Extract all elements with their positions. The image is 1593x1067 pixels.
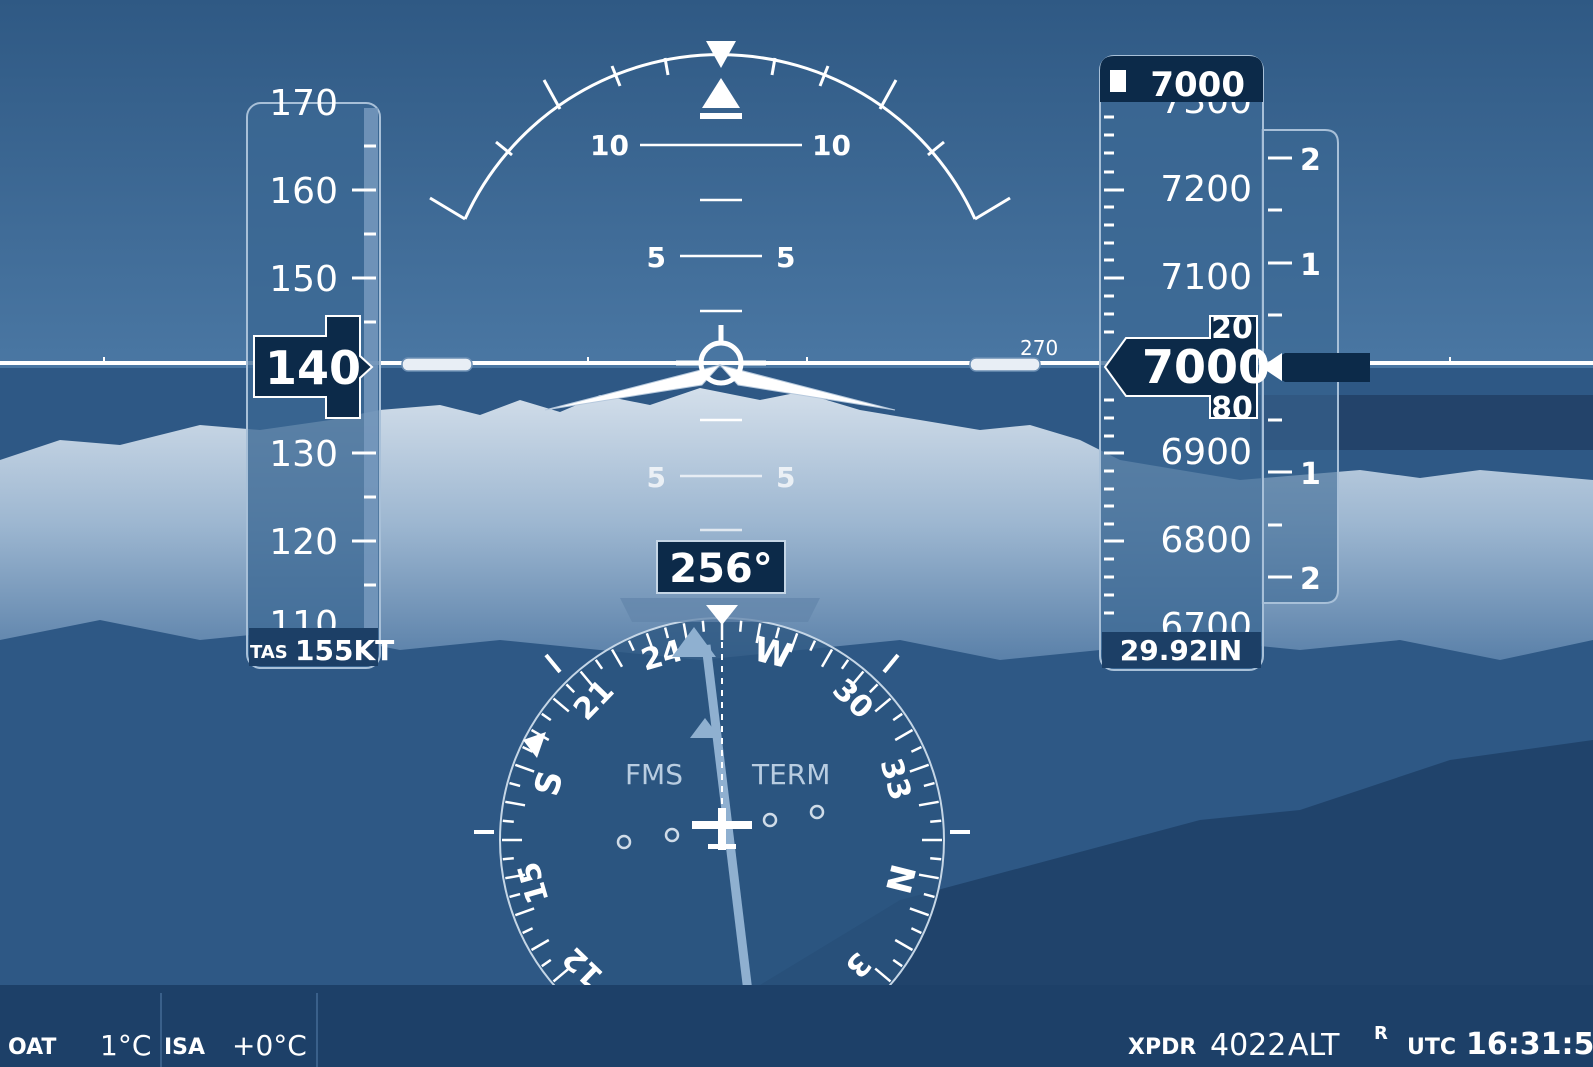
reply-flag: R	[1374, 1023, 1388, 1044]
rose-tick	[930, 856, 942, 861]
pitch-label-10-right: 10	[812, 129, 851, 162]
airspeed-tick-120: 120	[269, 522, 338, 563]
xpdr-mode: ALT	[1288, 1028, 1340, 1063]
wing-bar-left	[401, 357, 473, 372]
pitch-label-neg5-right: 5	[776, 461, 795, 494]
altitude-roll-top: 20	[1211, 311, 1253, 346]
vsi-label-up-1: 1	[1300, 248, 1321, 283]
xpdr-code[interactable]: 4022	[1210, 1028, 1286, 1063]
roll-pointer-base	[700, 113, 742, 119]
rose-tick	[701, 620, 706, 632]
altitude-current: 7000	[1142, 340, 1270, 394]
status-bar: OAT 1°C ISA +0°C XPDR 4022 ALT R UTC 16:…	[0, 985, 1593, 1067]
altitude-tick-6900: 6900	[1160, 432, 1252, 473]
xpdr-label: XPDR	[1128, 1035, 1197, 1060]
altitude-tick-7200: 7200	[1160, 169, 1252, 210]
rose-tick	[738, 620, 743, 632]
rose-tick	[930, 819, 942, 824]
primary-flight-display: 10 10 5 5 5 5 270 170 160 150 130 120 11…	[0, 0, 1593, 1067]
vsi-label-down-1: 1	[1300, 457, 1321, 492]
isa-label: ISA	[164, 1035, 206, 1060]
rose-tick	[502, 856, 514, 861]
oat-label: OAT	[8, 1035, 57, 1060]
airspeed-tick-130: 130	[269, 434, 338, 475]
status-divider	[316, 993, 318, 1067]
flight-phase: TERM	[751, 758, 830, 791]
pitch-label-5-left: 5	[647, 241, 666, 274]
airspeed-tick-160: 160	[269, 171, 338, 212]
selected-altitude: 7000	[1150, 65, 1245, 105]
heading-current: 256°	[669, 546, 773, 592]
tas-label: TAS	[250, 642, 288, 663]
sky	[0, 0, 1593, 368]
rose-tick	[502, 819, 514, 824]
utc-time: 16:31:58	[1466, 1027, 1593, 1062]
status-divider	[160, 993, 162, 1067]
nav-source: FMS	[625, 758, 683, 791]
isa-value: +0°C	[232, 1029, 307, 1062]
pitch-label-neg5-left: 5	[647, 461, 666, 494]
pfd-canvas: 10 10 5 5 5 5 270 170 160 150 130 120 11…	[0, 0, 1593, 1063]
altitude-bug-icon	[1110, 70, 1126, 92]
pitch-label-5-right: 5	[776, 241, 795, 274]
vsi-label-up-2: 2	[1300, 143, 1321, 178]
airspeed-tick-150: 150	[269, 259, 338, 300]
vsi-label-down-2: 2	[1300, 562, 1321, 597]
utc-label: UTC	[1407, 1035, 1457, 1060]
altitude-roll-bottom: 80	[1211, 391, 1253, 426]
altitude-tick-7100: 7100	[1160, 257, 1252, 298]
horizon-heading-270: 270	[1020, 336, 1058, 360]
airspeed-current: 140	[265, 341, 361, 395]
altitude-tick-6800: 6800	[1160, 520, 1252, 561]
baro-setting: 29.92IN	[1120, 634, 1242, 667]
oat-value: 1°C	[100, 1029, 152, 1062]
tas-value: 155KT	[295, 634, 394, 667]
pitch-label-10-left: 10	[590, 129, 629, 162]
airspeed-tick-170: 170	[269, 83, 338, 124]
